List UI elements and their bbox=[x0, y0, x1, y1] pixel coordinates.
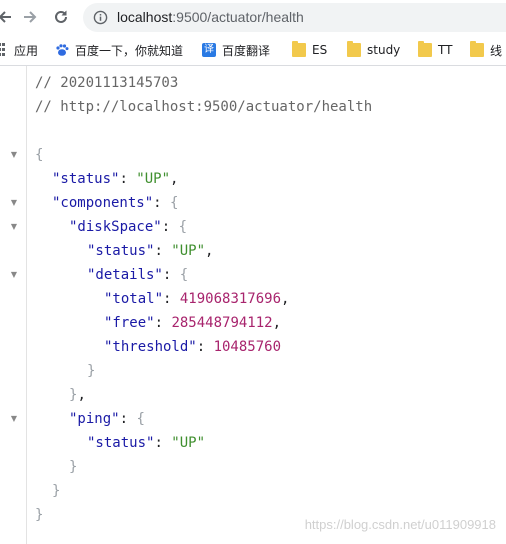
json-key: "status" bbox=[87, 435, 155, 451]
fold-toggle-icon[interactable]: ▼ bbox=[9, 215, 19, 239]
json-number-value: 10485760 bbox=[213, 339, 282, 355]
json-key: "status" bbox=[87, 243, 155, 259]
url-path: :9500/actuator/health bbox=[172, 9, 304, 25]
reload-icon bbox=[55, 10, 67, 23]
info-icon[interactable] bbox=[93, 10, 108, 25]
forward-arrow-icon bbox=[24, 11, 37, 23]
bookmark-study[interactable]: study bbox=[347, 41, 400, 59]
baidu-paw-icon bbox=[56, 44, 69, 56]
json-root-open: { bbox=[35, 147, 44, 163]
json-line-components: "components": { bbox=[52, 195, 179, 211]
json-key: "ping" bbox=[69, 411, 120, 427]
bookmarks-bar: 应用 百度一下，你就知道 译 百度翻译 ES study TT 线 bbox=[0, 35, 506, 66]
fold-gutter-divider bbox=[26, 66, 27, 544]
watermark-text: https://blog.csdn.net/u011909918 bbox=[304, 517, 496, 532]
bookmark-baidu-translate[interactable]: 译 百度翻译 bbox=[202, 41, 270, 59]
reload-button[interactable] bbox=[50, 6, 72, 28]
json-string-value: "UP" bbox=[136, 171, 171, 187]
folder-icon bbox=[292, 41, 306, 57]
back-button[interactable] bbox=[0, 6, 16, 28]
json-key: "components" bbox=[52, 195, 154, 211]
fold-toggle-icon[interactable]: ▼ bbox=[9, 191, 19, 215]
fold-toggle-icon[interactable]: ▼ bbox=[9, 143, 19, 167]
translate-icon: 译 bbox=[202, 43, 216, 57]
forward-button[interactable] bbox=[19, 6, 41, 28]
json-line-threshold: "threshold": 10485760 bbox=[104, 339, 282, 355]
json-line-disk-status: "status": "UP", bbox=[87, 243, 214, 259]
url-host: localhost bbox=[117, 9, 173, 25]
bookmark-label: study bbox=[367, 43, 401, 57]
json-line-diskspace: "diskSpace": { bbox=[69, 219, 188, 235]
back-arrow-icon bbox=[0, 11, 11, 23]
json-line-status: "status": "UP", bbox=[52, 171, 179, 187]
bookmark-label: 应用 bbox=[14, 43, 39, 58]
comment-url: // http://localhost:9500/actuator/health bbox=[35, 99, 373, 115]
json-string-value: "UP" bbox=[171, 435, 206, 451]
comment-timestamp: // 20201113145703 bbox=[35, 75, 179, 91]
json-line-ping-status: "status": "UP" bbox=[87, 435, 206, 451]
folder-icon bbox=[418, 41, 432, 57]
json-key: "status" bbox=[52, 171, 120, 187]
json-key: "free" bbox=[104, 315, 155, 331]
json-details-close: } bbox=[87, 363, 96, 379]
folder-icon bbox=[347, 41, 361, 57]
bookmark-label: 线 bbox=[490, 43, 503, 58]
url-text[interactable]: localhost:9500/actuator/health bbox=[117, 9, 304, 25]
address-bar[interactable]: localhost:9500/actuator/health bbox=[83, 3, 506, 32]
json-diskspace-close: }, bbox=[69, 387, 86, 403]
json-line-details: "details": { bbox=[87, 267, 189, 283]
apps-grid-icon bbox=[0, 43, 8, 57]
fold-toggle-icon[interactable]: ▼ bbox=[9, 263, 19, 287]
json-key: "details" bbox=[87, 267, 163, 283]
json-key: "diskSpace" bbox=[69, 219, 162, 235]
json-components-close: } bbox=[52, 483, 61, 499]
bookmark-label: TT bbox=[438, 43, 453, 57]
json-viewer: // 20201113145703 // http://localhost:95… bbox=[0, 66, 506, 544]
browser-toolbar: localhost:9500/actuator/health bbox=[0, 0, 506, 35]
json-number-value: 285448794112 bbox=[171, 315, 273, 331]
json-key: "threshold" bbox=[104, 339, 197, 355]
bookmark-apps[interactable]: 应用 bbox=[0, 41, 38, 59]
json-root-close: } bbox=[35, 507, 44, 523]
folder-icon bbox=[470, 41, 484, 57]
bookmark-label: ES bbox=[312, 43, 328, 57]
json-line-ping: "ping": { bbox=[69, 411, 145, 427]
bookmark-label: 百度一下，你就知道 bbox=[75, 43, 184, 58]
json-line-free: "free": 285448794112, bbox=[104, 315, 282, 331]
json-key: "total" bbox=[104, 291, 164, 307]
bookmark-tt[interactable]: TT bbox=[418, 41, 452, 59]
json-string-value: "UP" bbox=[171, 243, 206, 259]
json-number-value: 419068317696 bbox=[179, 291, 282, 307]
bookmark-baidu[interactable]: 百度一下，你就知道 bbox=[55, 41, 183, 59]
json-ping-close: } bbox=[69, 459, 78, 475]
bookmark-label: 百度翻译 bbox=[222, 43, 271, 58]
json-line-total: "total": 419068317696, bbox=[104, 291, 290, 307]
bookmark-xian[interactable]: 线 bbox=[470, 41, 502, 59]
bookmark-es[interactable]: ES bbox=[292, 41, 327, 59]
fold-toggle-icon[interactable]: ▼ bbox=[9, 407, 19, 431]
